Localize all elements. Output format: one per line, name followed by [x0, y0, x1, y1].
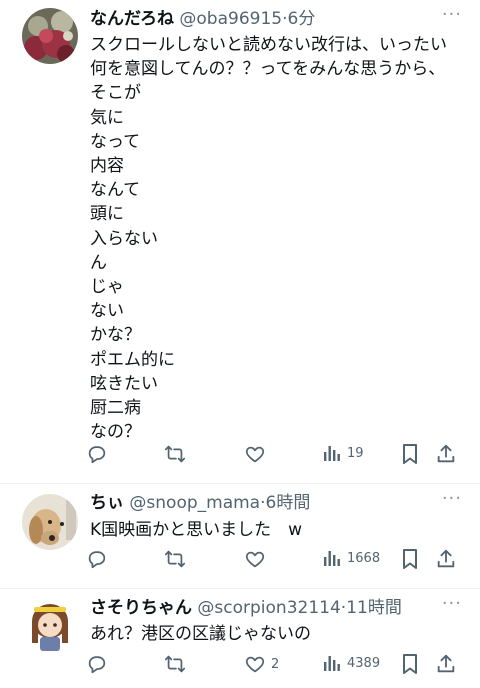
display-name[interactable]: さそりちゃん: [90, 598, 192, 618]
more-options-icon[interactable]: ···: [442, 4, 462, 25]
display-name[interactable]: ちぃ: [90, 493, 124, 513]
reply-icon: [88, 551, 106, 569]
post-3[interactable]: さそりちゃん @scorpion32114·11時間 ··· あれ？港区の区議じ…: [0, 589, 480, 688]
post-2[interactable]: ちぃ @snoop_mama·6時間 ··· K国映画かと思いました w 166…: [0, 484, 480, 588]
repost-button[interactable]: [164, 443, 186, 465]
reply-icon: [88, 446, 106, 464]
handle[interactable]: @snoop_mama: [129, 493, 260, 513]
post-header: さそりちゃん @scorpion32114·11時間: [90, 597, 402, 619]
like-button[interactable]: [244, 548, 271, 570]
reply-button[interactable]: [86, 653, 108, 675]
like-button[interactable]: 2: [244, 653, 279, 675]
bookmark-button[interactable]: [400, 548, 420, 570]
repost-icon: [164, 550, 186, 568]
views-icon: [324, 656, 340, 671]
reply-icon: [88, 656, 106, 674]
heart-icon: [245, 656, 265, 673]
views-button[interactable]: 1668: [322, 548, 380, 568]
action-bar: 2 4389: [86, 653, 466, 679]
bookmark-icon: [403, 549, 417, 569]
views-button[interactable]: 19: [322, 443, 364, 463]
repost-icon: [164, 445, 186, 463]
more-options-icon[interactable]: ···: [442, 488, 462, 509]
avatar[interactable]: [22, 494, 78, 550]
display-name[interactable]: なんだろね: [90, 9, 174, 29]
like-button[interactable]: [244, 443, 271, 465]
timestamp[interactable]: 6分: [288, 9, 316, 29]
repost-button[interactable]: [164, 548, 186, 570]
timestamp[interactable]: 11時間: [346, 598, 402, 618]
handle[interactable]: @scorpion32114: [197, 598, 340, 618]
views-button[interactable]: 4389: [322, 653, 380, 673]
action-bar: 1668: [86, 548, 466, 574]
view-count: 1668: [347, 550, 381, 566]
views-icon: [324, 551, 340, 566]
post-1[interactable]: なんだろね @oba96915·6分 ··· スクロールしないと読めない改行は、…: [0, 0, 480, 483]
avatar[interactable]: [22, 597, 78, 653]
heart-icon: [245, 446, 265, 463]
share-button[interactable]: [435, 548, 457, 570]
reply-button[interactable]: [86, 443, 108, 465]
action-bar: 19: [86, 443, 466, 469]
share-icon: [437, 549, 455, 568]
post-header: ちぃ @snoop_mama·6時間: [90, 492, 310, 514]
views-icon: [324, 446, 340, 461]
avatar[interactable]: [22, 8, 78, 64]
bookmark-button[interactable]: [400, 653, 420, 675]
share-button[interactable]: [435, 443, 457, 465]
post-header: なんだろね @oba96915·6分: [90, 8, 315, 30]
repost-icon: [164, 655, 186, 673]
timestamp[interactable]: 6時間: [266, 493, 311, 513]
view-count: 4389: [347, 655, 381, 671]
view-count: 19: [347, 445, 364, 461]
handle[interactable]: @oba96915: [179, 9, 282, 29]
share-icon: [437, 444, 455, 463]
share-icon: [437, 654, 455, 673]
post-text: スクロールしないと読めない改行は、いったい 何を意図してんの？？ってをみんな思う…: [90, 35, 447, 443]
bookmark-icon: [403, 444, 417, 464]
repost-button[interactable]: [164, 653, 186, 675]
bookmark-button[interactable]: [400, 443, 420, 465]
share-button[interactable]: [435, 653, 457, 675]
post-text: あれ？港区の区議じゃないの: [90, 624, 311, 644]
more-options-icon[interactable]: ···: [442, 593, 462, 614]
like-count: 2: [271, 656, 280, 672]
reply-button[interactable]: [86, 548, 108, 570]
bookmark-icon: [403, 654, 417, 674]
heart-icon: [245, 551, 265, 568]
post-text: K国映画かと思いました w: [90, 520, 303, 540]
